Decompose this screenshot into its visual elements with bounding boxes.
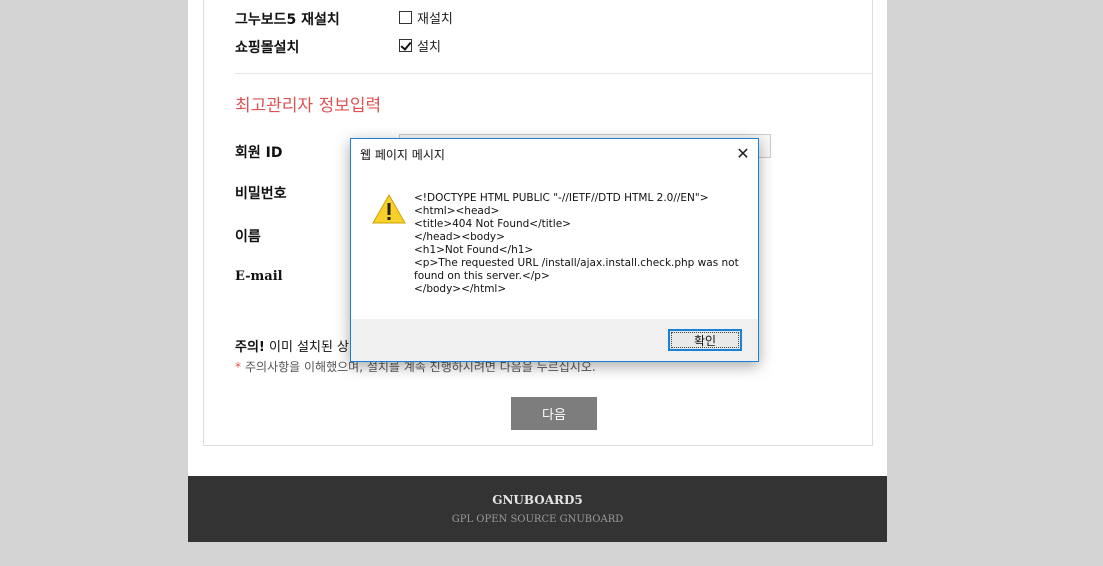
admin-email-label: E-mail bbox=[235, 269, 283, 284]
close-icon[interactable]: ✕ bbox=[732, 143, 754, 163]
footer-subtitle: GPL OPEN SOURCE GNUBOARD bbox=[451, 514, 624, 525]
agreement-text: 주의사항을 이해했으며, 설치를 계속 진행하시려면 다음을 누르십시오. bbox=[245, 360, 596, 374]
warning-icon bbox=[372, 193, 406, 224]
shop-install-option[interactable]: 설치 bbox=[399, 36, 441, 55]
admin-name-label: 이름 bbox=[235, 229, 261, 245]
reinstall-checkbox[interactable] bbox=[399, 11, 412, 24]
admin-id-label: 회원 ID bbox=[235, 145, 283, 161]
footer-title: GNUBOARD5 bbox=[492, 493, 583, 507]
notice-prefix: 주의! bbox=[235, 340, 265, 355]
reinstall-option[interactable]: 재설치 bbox=[399, 8, 453, 27]
dialog-message: <!DOCTYPE HTML PUBLIC "-//IETF//DTD HTML… bbox=[414, 192, 739, 295]
admin-section-title: 최고관리자 정보입력 bbox=[235, 96, 382, 116]
ok-button[interactable]: 확인 bbox=[668, 329, 742, 351]
reinstall-label: 그누보드5 재설치 bbox=[235, 12, 340, 28]
footer: GNUBOARD5 GPL OPEN SOURCE GNUBOARD bbox=[188, 476, 887, 542]
dialog-button-bar: 확인 bbox=[351, 319, 758, 361]
admin-password-label: 비밀번호 bbox=[235, 186, 287, 202]
shop-install-checkbox-label: 설치 bbox=[417, 40, 441, 55]
dialog-title: 웹 페이지 메시지 bbox=[360, 148, 445, 162]
next-button[interactable]: 다음 bbox=[511, 397, 597, 430]
shop-install-checkbox[interactable] bbox=[399, 39, 412, 52]
section-divider bbox=[235, 73, 872, 74]
shop-install-label: 쇼핑몰설치 bbox=[235, 40, 300, 56]
reinstall-checkbox-label: 재설치 bbox=[417, 12, 453, 27]
required-star: * bbox=[235, 360, 241, 374]
web-page-message-dialog: 웹 페이지 메시지 ✕ <!DOCTYPE HTML PUBLIC "-//IE… bbox=[350, 138, 759, 362]
